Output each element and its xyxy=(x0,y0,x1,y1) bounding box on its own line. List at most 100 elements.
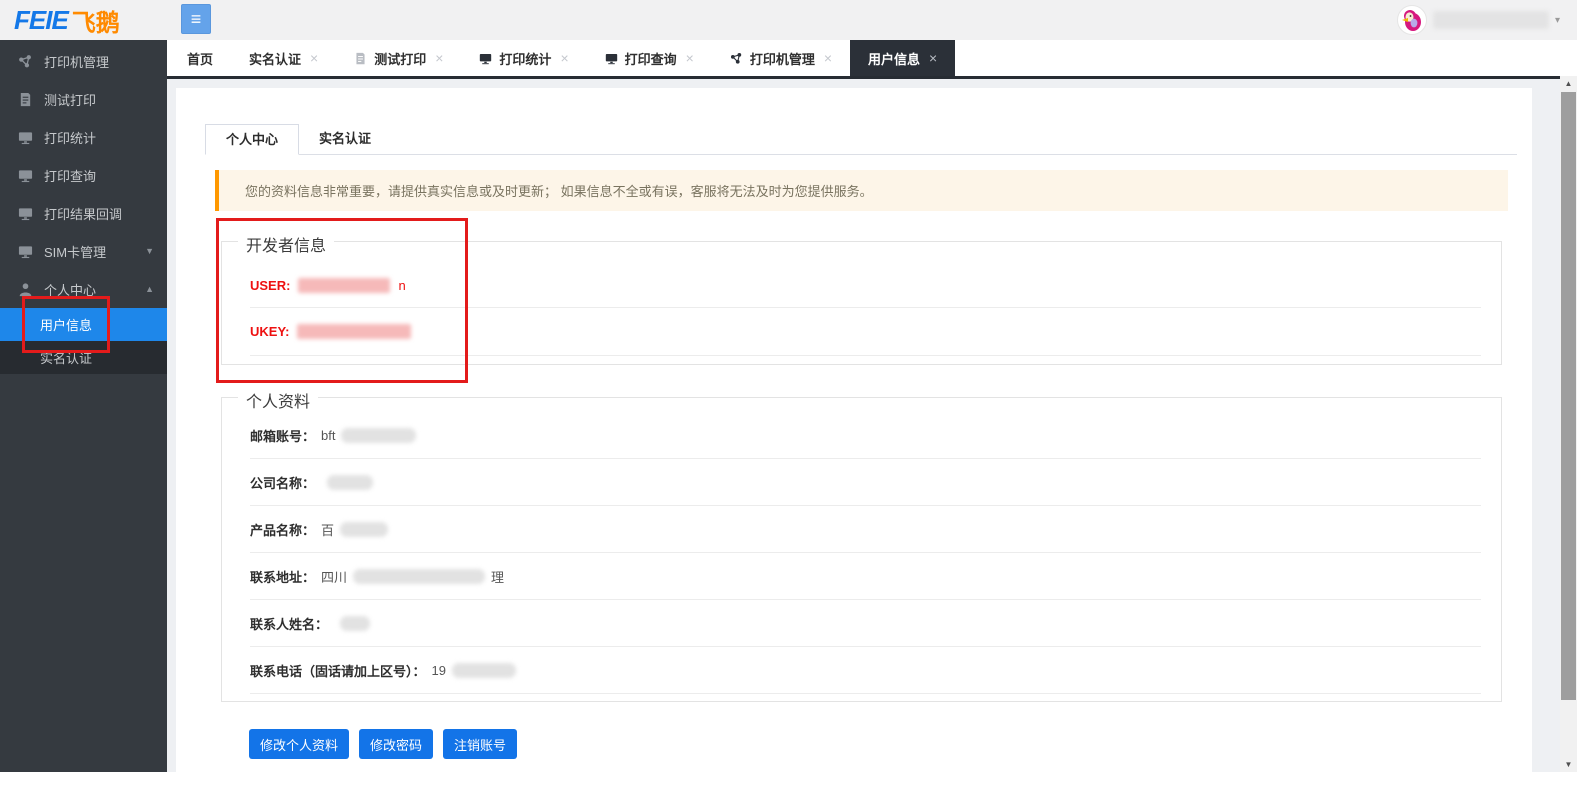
field-value-redacted xyxy=(327,475,373,490)
sidebar-subitem-label: 用户信息 xyxy=(40,315,92,334)
monitor-icon xyxy=(479,52,492,65)
document-icon xyxy=(18,92,33,107)
field-label: 邮箱账号： xyxy=(250,426,315,445)
field-value-prefix: 四川 xyxy=(321,567,347,586)
field-value-prefix: 19 xyxy=(432,663,446,678)
vertical-scrollbar[interactable]: ▲ ▼ xyxy=(1560,76,1577,772)
close-icon[interactable]: × xyxy=(310,50,318,66)
personal-profile-title: 个人资料 xyxy=(238,388,318,412)
action-buttons: 修改个人资料 修改密码 注销账号 xyxy=(249,729,517,759)
sidebar-item-print-callback[interactable]: 打印结果回调 xyxy=(0,194,167,232)
printer-links-icon xyxy=(18,54,33,69)
sidebar-item-personal-center[interactable]: 个人中心 ▲ xyxy=(0,270,167,308)
scroll-up-icon[interactable]: ▲ xyxy=(1560,76,1577,91)
profile-rows: 邮箱账号： bft 公司名称： 产品名称： 百 xyxy=(222,398,1501,694)
personal-center-submenu: 用户信息 实名认证 xyxy=(0,308,167,374)
sidebar-item-test-print[interactable]: 测试打印 xyxy=(0,80,167,118)
close-icon[interactable]: × xyxy=(824,50,832,66)
sidebar-collapse-button[interactable]: ≡ xyxy=(181,4,211,34)
edit-profile-button[interactable]: 修改个人资料 xyxy=(249,729,349,759)
sidebar-item-label: 打印统计 xyxy=(44,128,96,147)
developer-ukey-row: UKEY: xyxy=(250,308,1481,356)
monitor-icon xyxy=(18,244,33,259)
close-icon[interactable]: × xyxy=(560,50,568,66)
sidebar-subitem-label: 实名认证 xyxy=(40,348,92,367)
sidebar: 打印机管理 测试打印 打印统计 打印查询 xyxy=(0,40,167,772)
tab-label: 打印统计 xyxy=(499,49,551,68)
profile-row-address: 联系地址： 四川 理 xyxy=(250,553,1481,600)
content-tab-personal-center[interactable]: 个人中心 xyxy=(205,124,299,155)
document-icon xyxy=(354,52,367,65)
user-icon xyxy=(18,282,33,297)
close-icon[interactable]: × xyxy=(686,50,694,66)
content-tabs: 个人中心 实名认证 xyxy=(205,124,1517,155)
user-key-label: USER: xyxy=(250,278,290,293)
user-info-card: 个人中心 实名认证 您的资料信息非常重要，请提供真实信息或及时更新； 如果信息不… xyxy=(176,88,1532,772)
monitor-icon xyxy=(18,168,33,183)
avatar[interactable] xyxy=(1397,5,1427,35)
close-icon[interactable]: × xyxy=(435,50,443,66)
field-value-redacted xyxy=(340,522,388,537)
delete-account-button[interactable]: 注销账号 xyxy=(443,729,517,759)
sidebar-item-print-query[interactable]: 打印查询 xyxy=(0,156,167,194)
profile-row-email: 邮箱账号： bft xyxy=(250,412,1481,459)
ukey-label: UKEY: xyxy=(250,324,289,339)
sidebar-item-print-stats[interactable]: 打印统计 xyxy=(0,118,167,156)
scrollbar-thumb[interactable] xyxy=(1561,92,1576,700)
printer-links-icon xyxy=(730,52,743,65)
personal-profile-section: 个人资料 邮箱账号： bft 公司名称： 产品名称： 百 xyxy=(221,397,1502,702)
tab-user-info[interactable]: 用户信息 × xyxy=(850,40,955,76)
user-menu[interactable]: ▾ xyxy=(1397,4,1560,36)
sidebar-item-sim-management[interactable]: SIM卡管理 ▼ xyxy=(0,232,167,270)
field-value-prefix: 百 xyxy=(321,520,334,539)
tab-label: 测试打印 xyxy=(374,49,426,68)
field-label: 联系电话（固话请加上区号）： xyxy=(250,661,426,680)
user-dropdown-icon[interactable]: ▾ xyxy=(1555,15,1560,26)
tab-print-stats[interactable]: 打印统计 × xyxy=(461,40,586,76)
tab-label: 打印查询 xyxy=(625,49,677,68)
user-value-redacted xyxy=(298,278,390,293)
sidebar-item-label: 打印查询 xyxy=(44,166,96,185)
monitor-icon xyxy=(18,130,33,145)
tab-print-query[interactable]: 打印查询 × xyxy=(587,40,712,76)
change-password-button[interactable]: 修改密码 xyxy=(359,729,433,759)
open-tabs-bar: 首页 实名认证 × 测试打印 × 打印统计 × 打印查询 × xyxy=(167,40,1577,79)
tab-printer-management[interactable]: 打印机管理 × xyxy=(712,40,850,76)
sidebar-item-label: 个人中心 xyxy=(44,280,96,299)
scroll-down-icon[interactable]: ▼ xyxy=(1560,757,1577,772)
content-tab-label: 实名认证 xyxy=(319,131,371,146)
field-label: 联系地址： xyxy=(250,567,315,586)
tab-home[interactable]: 首页 xyxy=(169,40,231,76)
tab-realname-auth[interactable]: 实名认证 × xyxy=(231,40,336,76)
tab-label: 用户信息 xyxy=(868,49,920,68)
tab-test-print[interactable]: 测试打印 × xyxy=(336,40,461,76)
field-value-redacted xyxy=(341,428,416,443)
chevron-up-icon: ▲ xyxy=(145,284,154,294)
field-label: 联系人姓名： xyxy=(250,614,328,633)
brand-logo-latin: FEIE xyxy=(14,5,68,36)
content-tab-label: 个人中心 xyxy=(226,132,278,147)
field-value-suffix: 理 xyxy=(491,567,504,586)
brand-logo-cn: 飞鹅 xyxy=(72,3,120,38)
monitor-icon xyxy=(605,52,618,65)
hamburger-icon: ≡ xyxy=(191,9,202,30)
field-value-redacted xyxy=(340,616,370,631)
developer-info-section: 开发者信息 USER: n UKEY: xyxy=(221,241,1502,365)
sidebar-item-printer-management[interactable]: 打印机管理 xyxy=(0,42,167,80)
ukey-value-redacted xyxy=(297,324,411,339)
developer-user-row: USER: n xyxy=(250,264,1481,308)
sidebar-subitem-realname-auth[interactable]: 实名认证 xyxy=(0,341,167,374)
content-area: 个人中心 实名认证 您的资料信息非常重要，请提供真实信息或及时更新； 如果信息不… xyxy=(167,79,1560,772)
close-icon[interactable]: × xyxy=(929,50,937,66)
warning-notice: 您的资料信息非常重要，请提供真实信息或及时更新； 如果信息不全或有误，客服将无法… xyxy=(215,170,1508,211)
profile-row-product: 产品名称： 百 xyxy=(250,506,1481,553)
content-tab-realname-auth[interactable]: 实名认证 xyxy=(299,124,391,155)
monitor-icon xyxy=(18,206,33,221)
sidebar-subitem-user-info[interactable]: 用户信息 xyxy=(0,308,167,341)
brand-logo[interactable]: FEIE 飞鹅 xyxy=(14,5,120,35)
sidebar-item-label: 打印结果回调 xyxy=(44,204,122,223)
topbar: FEIE 飞鹅 ≡ ▾ xyxy=(0,0,1577,40)
field-label: 公司名称： xyxy=(250,473,315,492)
page-root: FEIE 飞鹅 ≡ ▾ xyxy=(0,0,1577,791)
user-value-suffix: n xyxy=(398,278,405,293)
